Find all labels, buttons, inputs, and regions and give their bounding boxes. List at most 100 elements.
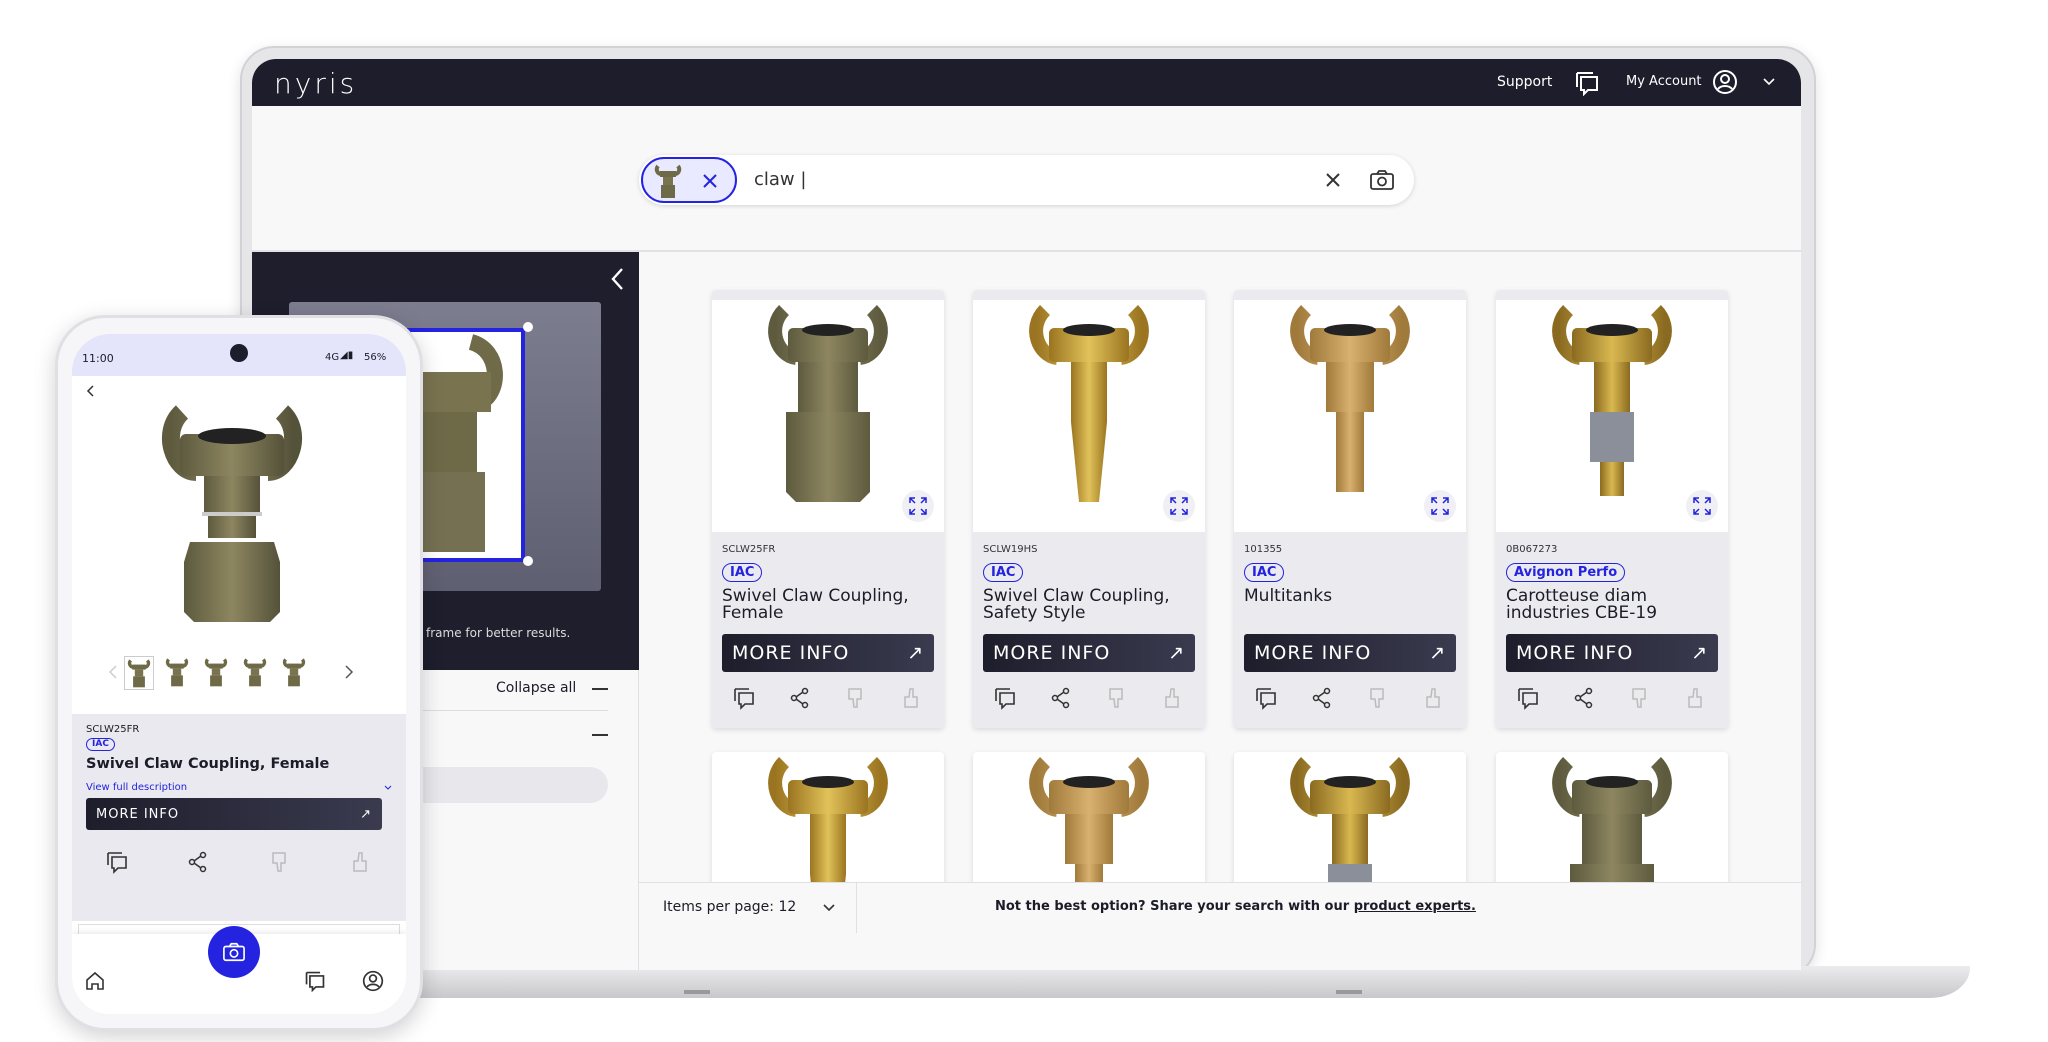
result-card[interactable]: SCLW19HS IAC Swivel Claw Coupling, Safet… xyxy=(973,290,1205,728)
clear-search-icon[interactable] xyxy=(1324,171,1342,189)
thumbnail[interactable] xyxy=(163,656,193,690)
product-image-area[interactable] xyxy=(712,752,944,882)
expand-icon[interactable] xyxy=(1686,490,1718,522)
more-info-label: MORE INFO xyxy=(732,642,850,664)
crop-frame[interactable] xyxy=(407,328,525,562)
search-input[interactable]: claw | xyxy=(754,169,806,190)
view-description-link[interactable]: View full description xyxy=(86,782,187,793)
comment-icon[interactable] xyxy=(993,686,1017,710)
battery: 56% xyxy=(364,352,387,363)
result-card[interactable] xyxy=(1234,752,1466,882)
thumbs-up-icon[interactable] xyxy=(1422,686,1446,710)
prev-image-icon[interactable] xyxy=(108,664,118,680)
thumbs-down-icon[interactable] xyxy=(268,850,292,874)
chat-icon[interactable] xyxy=(1574,70,1600,96)
thumbs-down-icon[interactable] xyxy=(844,686,868,710)
brand-badge: IAC xyxy=(86,738,115,751)
product-image-area[interactable] xyxy=(1234,300,1466,532)
comment-icon[interactable] xyxy=(732,686,756,710)
minus-icon[interactable] xyxy=(592,734,608,736)
expand-icon[interactable] xyxy=(1424,490,1456,522)
more-info-button[interactable]: MORE INFO ↗ xyxy=(1506,634,1718,672)
product-image-area[interactable] xyxy=(1496,300,1728,532)
product-image-area[interactable] xyxy=(973,752,1205,882)
product-sku: SCLW25FR xyxy=(722,544,776,555)
camera-icon xyxy=(223,942,245,962)
collapse-all-button[interactable]: Collapse all xyxy=(496,680,576,696)
user-icon[interactable] xyxy=(1712,69,1738,95)
comment-icon[interactable] xyxy=(1516,686,1540,710)
laptop-foot xyxy=(684,990,710,994)
collapse-panel-icon[interactable] xyxy=(610,266,626,292)
share-icon[interactable] xyxy=(186,850,210,874)
thumbs-down-icon[interactable] xyxy=(1105,686,1129,710)
brand-badge: IAC xyxy=(1244,563,1285,582)
product-image-area[interactable] xyxy=(1496,752,1728,882)
product-image-area[interactable] xyxy=(712,300,944,532)
remove-image-icon[interactable] xyxy=(701,172,719,190)
product-experts-link[interactable]: product experts. xyxy=(1354,899,1476,914)
chevron-down-icon[interactable] xyxy=(1762,77,1776,87)
thumbs-up-icon[interactable] xyxy=(900,686,924,710)
result-card[interactable]: SCLW25FR IAC Swivel Claw Coupling, Femal… xyxy=(712,290,944,728)
more-info-label: MORE INFO xyxy=(993,642,1111,664)
product-image xyxy=(768,305,888,502)
thumbs-up-icon[interactable] xyxy=(349,850,373,874)
external-link-icon: ↗ xyxy=(360,806,372,822)
support-link[interactable]: Support xyxy=(1497,74,1552,90)
product-actions xyxy=(712,672,944,728)
image-query-chip[interactable] xyxy=(641,157,737,203)
thumbnail[interactable] xyxy=(241,656,271,690)
crop-handle[interactable] xyxy=(523,322,533,332)
more-info-button[interactable]: MORE INFO ↗ xyxy=(86,798,382,830)
user-icon[interactable] xyxy=(362,970,384,992)
thumbs-up-icon[interactable] xyxy=(1161,686,1185,710)
product-actions xyxy=(973,672,1205,728)
thumbs-down-icon[interactable] xyxy=(1628,686,1652,710)
product-title: Swivel Claw Coupling, Female xyxy=(722,586,909,623)
thumbs-up-icon[interactable] xyxy=(1684,686,1708,710)
expand-icon[interactable] xyxy=(902,490,934,522)
chevron-down-icon[interactable] xyxy=(822,903,836,913)
thumbnail[interactable] xyxy=(202,656,232,690)
product-image xyxy=(1290,757,1410,882)
search-bar[interactable]: claw | xyxy=(639,155,1414,205)
thumbnail[interactable] xyxy=(124,656,154,690)
camera-icon[interactable] xyxy=(1369,168,1395,192)
share-icon[interactable] xyxy=(788,686,812,710)
product-image-area[interactable] xyxy=(973,300,1205,532)
home-icon[interactable] xyxy=(84,970,106,992)
account-link[interactable]: My Account xyxy=(1626,74,1702,89)
result-card[interactable] xyxy=(973,752,1205,882)
status-bar: 11:00 4G ◢▮ 56% xyxy=(72,334,406,376)
more-info-button[interactable]: MORE INFO ↗ xyxy=(1244,634,1456,672)
thumbs-down-icon[interactable] xyxy=(1366,686,1390,710)
more-info-button[interactable]: MORE INFO ↗ xyxy=(722,634,934,672)
next-image-icon[interactable] xyxy=(344,664,354,680)
result-card[interactable] xyxy=(712,752,944,882)
comment-icon[interactable] xyxy=(105,850,129,874)
signal-icon: ◢▮ xyxy=(340,350,354,361)
items-per-page-select[interactable]: Items per page: 12 xyxy=(663,899,796,915)
result-card[interactable]: 0B067273 Avignon Perfo Carotteuse diam i… xyxy=(1496,290,1728,728)
chevron-down-icon[interactable] xyxy=(384,785,392,791)
share-icon[interactable] xyxy=(1572,686,1596,710)
share-icon[interactable] xyxy=(1310,686,1334,710)
minus-icon[interactable] xyxy=(592,688,608,690)
share-icon[interactable] xyxy=(1049,686,1073,710)
crop-hint: frame for better results. xyxy=(426,626,571,640)
comment-icon[interactable] xyxy=(1254,686,1278,710)
more-info-button[interactable]: MORE INFO ↗ xyxy=(983,634,1195,672)
logo[interactable]: nyris xyxy=(274,67,357,100)
results-footer: Items per page: 12 Not the best option? … xyxy=(639,882,1801,933)
expand-icon[interactable] xyxy=(1163,490,1195,522)
product-sku: 0B067273 xyxy=(1506,544,1558,555)
product-image-area[interactable] xyxy=(1234,752,1466,882)
thumbnail[interactable] xyxy=(280,656,310,690)
camera-button[interactable] xyxy=(208,926,260,978)
chat-icon[interactable] xyxy=(304,970,326,992)
result-card[interactable]: 101355 IAC Multitanks MORE INFO ↗ xyxy=(1234,290,1466,728)
back-icon[interactable] xyxy=(86,384,96,398)
result-card[interactable] xyxy=(1496,752,1728,882)
crop-handle[interactable] xyxy=(523,556,533,566)
